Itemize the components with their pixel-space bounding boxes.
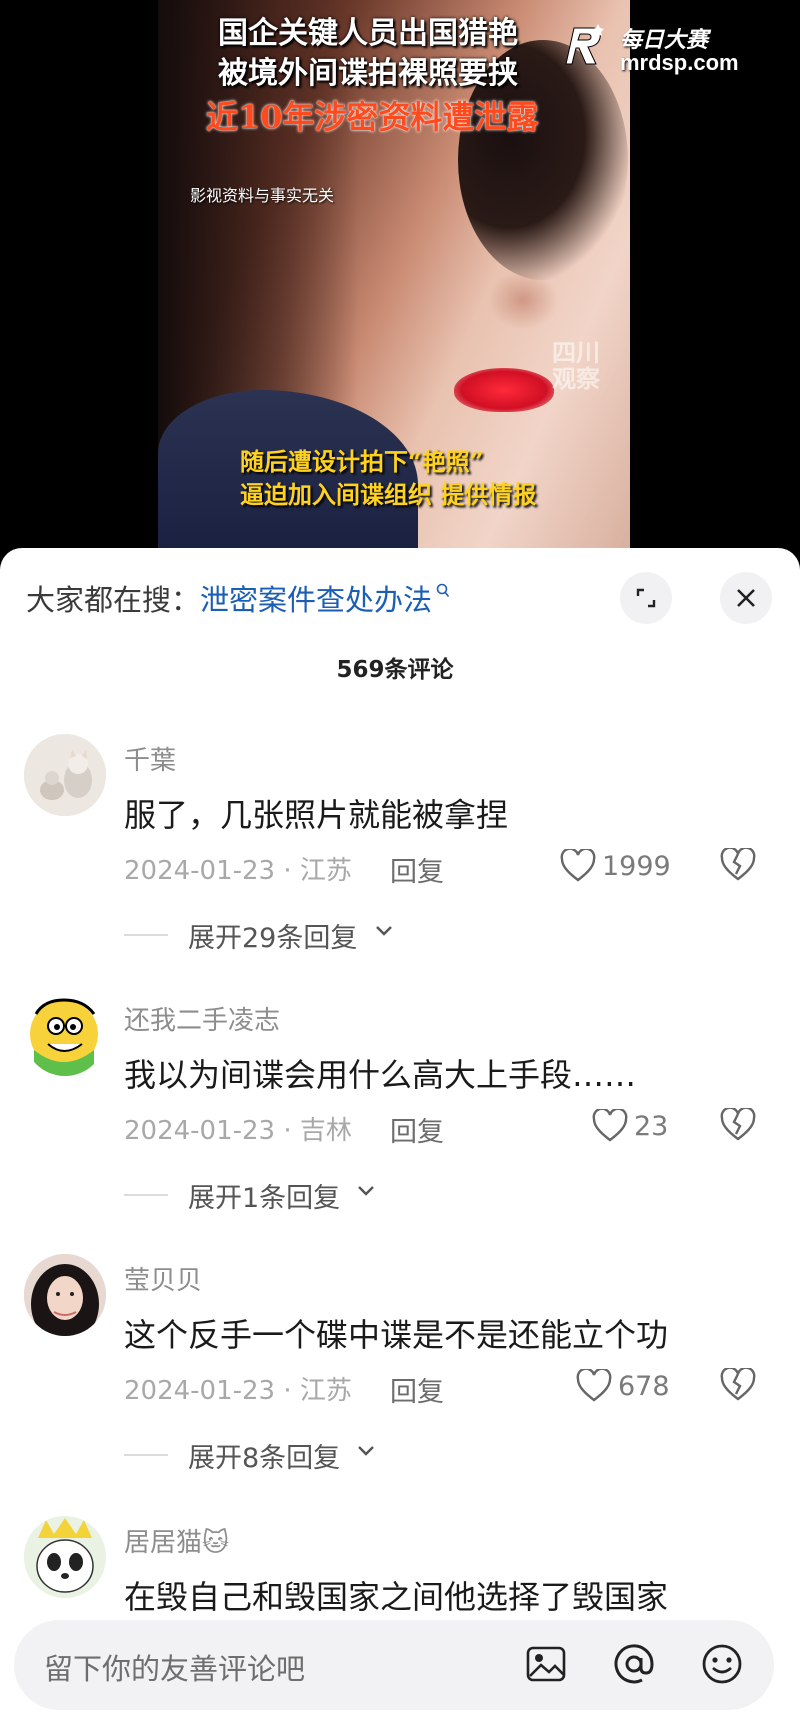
comment-meta: 2024-01-23 · 吉林 bbox=[124, 1116, 352, 1146]
comment-author[interactable]: 还我二手凌志 bbox=[124, 1000, 280, 1037]
divider bbox=[124, 934, 168, 936]
like-button[interactable]: 23 bbox=[592, 1108, 712, 1144]
heart-icon bbox=[560, 849, 596, 882]
avatar-panda-icon bbox=[24, 1516, 106, 1598]
comment-item: 还我二手凌志 我以为间谍会用什么高大上手段…… 2024-01-23 · 吉林 … bbox=[0, 994, 800, 1244]
comment-count: 569条评论 bbox=[336, 657, 454, 683]
comment-input[interactable]: 留下你的友善评论吧 bbox=[14, 1620, 774, 1710]
video-title-line3: 近10年涉密资料遭泄露 bbox=[206, 98, 539, 136]
reply-button[interactable]: 回复 bbox=[390, 1370, 444, 1409]
expand-replies[interactable]: 展开29条回复 bbox=[188, 916, 357, 955]
video-watermark-center: 四川 观察 bbox=[552, 339, 600, 393]
comment-meta: 2024-01-23 · 江苏 bbox=[124, 1376, 352, 1406]
avatar[interactable] bbox=[24, 1516, 106, 1598]
expand-replies[interactable]: 展开8条回复 bbox=[188, 1436, 340, 1475]
reply-button[interactable]: 回复 bbox=[390, 1110, 444, 1149]
video-title-line1: 国企关键人员出国猎艳 bbox=[218, 16, 518, 51]
close-button[interactable] bbox=[720, 572, 772, 624]
like-count: 678 bbox=[618, 1370, 670, 1402]
divider bbox=[124, 1194, 168, 1196]
watermark-url: mrdsp.com bbox=[620, 50, 739, 75]
video-face bbox=[488, 270, 558, 330]
comment-item: 千葉 服了，几张照片就能被拿捏 2024-01-23 · 江苏 回复 1999 … bbox=[0, 734, 800, 984]
emoji-icon[interactable] bbox=[700, 1642, 744, 1686]
trending-search[interactable]: 大家都在搜： 泄密案件查处办法 bbox=[26, 578, 450, 618]
search-icon bbox=[436, 583, 450, 598]
avatar-photo-icon bbox=[24, 1254, 106, 1336]
comment-author[interactable]: 莹贝贝 bbox=[124, 1260, 202, 1297]
video-disclaimer: 影视资料与事实无关 bbox=[190, 186, 335, 205]
avatar-cats-icon bbox=[24, 734, 106, 816]
video-caption-line1: 随后遭设计拍下“艳照” bbox=[240, 447, 484, 476]
video-caption-line2: 逼迫加入间谍组织 提供情报 bbox=[240, 480, 537, 509]
mention-icon[interactable] bbox=[612, 1642, 656, 1686]
video-player[interactable]: 国企关键人员出国猎艳 被境外间谍拍裸照要挟 近10年涉密资料遭泄露 影视资料与事… bbox=[0, 0, 800, 548]
like-count: 1999 bbox=[602, 850, 671, 882]
chevron-down-icon bbox=[358, 1446, 374, 1456]
close-icon bbox=[737, 589, 755, 607]
avatar[interactable] bbox=[24, 1254, 106, 1336]
chevron-down-icon bbox=[358, 1186, 374, 1196]
trending-search-link[interactable]: 泄密案件查处办法 bbox=[200, 577, 432, 619]
heart-icon bbox=[592, 1109, 628, 1142]
avatar[interactable] bbox=[24, 734, 106, 816]
comment-input-placeholder: 留下你的友善评论吧 bbox=[44, 1652, 306, 1686]
broken-heart-icon[interactable] bbox=[720, 1368, 756, 1402]
comment-item: 居居猫🐱 在毁自己和毁国家之间他选择了毁国家 bbox=[0, 1516, 800, 1620]
chevron-down-icon bbox=[376, 926, 392, 936]
expand-icon bbox=[636, 588, 656, 608]
brand-logo-icon bbox=[565, 24, 604, 65]
comment-text: 这个反手一个碟中谍是不是还能立个功 bbox=[124, 1316, 669, 1354]
trending-search-prefix: 大家都在搜： bbox=[26, 583, 201, 617]
comment-text: 我以为间谍会用什么高大上手段…… bbox=[124, 1056, 637, 1094]
image-icon[interactable] bbox=[524, 1642, 568, 1686]
reply-button[interactable]: 回复 bbox=[390, 850, 444, 889]
video-title-line2: 被境外间谍拍裸照要挟 bbox=[218, 56, 518, 91]
like-button[interactable]: 1999 bbox=[560, 848, 680, 884]
comment-text: 在毁自己和毁国家之间他选择了毁国家 bbox=[124, 1578, 669, 1616]
comment-author[interactable]: 千葉 bbox=[124, 740, 176, 777]
divider bbox=[124, 1454, 168, 1456]
comment-text: 服了，几张照片就能被拿捏 bbox=[124, 796, 509, 834]
broken-heart-icon[interactable] bbox=[720, 848, 756, 882]
video-lips bbox=[454, 368, 554, 412]
like-button[interactable]: 678 bbox=[576, 1368, 696, 1404]
avatar[interactable] bbox=[24, 994, 106, 1076]
comment-item: 莹贝贝 这个反手一个碟中谍是不是还能立个功 2024-01-23 · 江苏 回复… bbox=[0, 1254, 800, 1504]
expand-button[interactable] bbox=[620, 572, 672, 624]
comment-author[interactable]: 居居猫🐱 bbox=[124, 1522, 229, 1559]
avatar-cartoon-icon bbox=[24, 994, 106, 1076]
expand-replies[interactable]: 展开1条回复 bbox=[188, 1176, 340, 1215]
broken-heart-icon[interactable] bbox=[720, 1108, 756, 1142]
comment-meta: 2024-01-23 · 江苏 bbox=[124, 856, 352, 886]
heart-icon bbox=[576, 1369, 612, 1402]
like-count: 23 bbox=[634, 1110, 669, 1142]
comment-sheet: 大家都在搜： 泄密案件查处办法 569条评论 千葉 服了，几张照片就能被拿捏 2… bbox=[0, 548, 800, 1727]
